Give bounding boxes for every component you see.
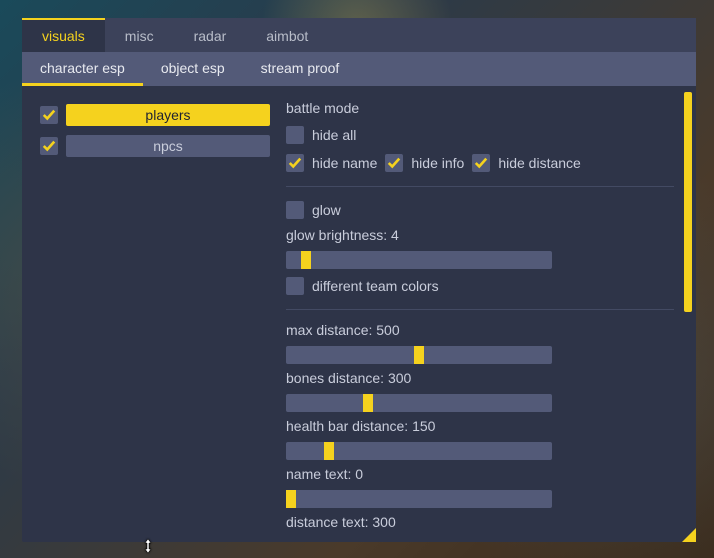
check-icon (474, 156, 488, 170)
slider-knob[interactable] (324, 442, 334, 460)
divider (286, 186, 674, 187)
label-hide-distance: hide distance (498, 155, 581, 171)
label-hide-info: hide info (411, 155, 464, 171)
check-icon (42, 108, 56, 122)
slider-bones-distance[interactable] (286, 394, 552, 412)
check-icon (288, 156, 302, 170)
subtab-character-esp[interactable]: character esp (22, 52, 143, 86)
divider (286, 309, 674, 310)
checkbox-hide-distance[interactable] (472, 154, 490, 172)
sub-tabs: character esp object esp stream proof (22, 52, 696, 86)
slider-max-distance[interactable] (286, 346, 552, 364)
checkbox-players[interactable] (40, 106, 58, 124)
settings-column: battle mode hide all hide name hide info… (280, 86, 696, 542)
check-icon (42, 139, 56, 153)
tab-misc[interactable]: misc (105, 18, 174, 52)
distance-text-label: distance text: 300 (286, 514, 674, 530)
category-button-npcs[interactable]: npcs (66, 135, 270, 157)
checkbox-hide-all[interactable] (286, 126, 304, 144)
tab-radar[interactable]: radar (174, 18, 247, 52)
resize-handle[interactable] (682, 528, 696, 542)
health-bar-distance-label: health bar distance: 150 (286, 418, 674, 434)
label-hide-name: hide name (312, 155, 377, 171)
bones-distance-label: bones distance: 300 (286, 370, 674, 386)
checkbox-hide-name[interactable] (286, 154, 304, 172)
checkbox-hide-info[interactable] (385, 154, 403, 172)
slider-health-bar-distance[interactable] (286, 442, 552, 460)
slider-name-text[interactable] (286, 490, 552, 508)
slider-glow-brightness[interactable] (286, 251, 552, 269)
name-text-label: name text: 0 (286, 466, 674, 482)
checkbox-npcs[interactable] (40, 137, 58, 155)
cheat-panel: visuals misc radar aimbot character esp … (22, 18, 696, 542)
tab-visuals[interactable]: visuals (22, 18, 105, 52)
category-button-players[interactable]: players (66, 104, 270, 126)
label-team-colors: different team colors (312, 278, 439, 294)
category-row-npcs: npcs (40, 135, 270, 157)
main-tabs: visuals misc radar aimbot (22, 18, 696, 52)
label-glow: glow (312, 202, 341, 218)
glow-brightness-label: glow brightness: 4 (286, 227, 674, 243)
vertical-resize-cursor-icon (140, 538, 156, 554)
checkbox-team-colors[interactable] (286, 277, 304, 295)
slider-knob[interactable] (286, 490, 296, 508)
slider-knob[interactable] (414, 346, 424, 364)
slider-knob[interactable] (301, 251, 311, 269)
tab-aimbot[interactable]: aimbot (246, 18, 328, 52)
battle-mode-label: battle mode (286, 100, 674, 116)
max-distance-label: max distance: 500 (286, 322, 674, 338)
checkbox-glow[interactable] (286, 201, 304, 219)
panel-body: players npcs battle mode hide all hide n… (22, 86, 696, 542)
label-hide-all: hide all (312, 127, 356, 143)
scrollbar-thumb[interactable] (684, 92, 692, 312)
slider-knob[interactable] (363, 394, 373, 412)
category-row-players: players (40, 104, 270, 126)
category-list: players npcs (22, 86, 280, 542)
check-icon (387, 156, 401, 170)
subtab-object-esp[interactable]: object esp (143, 52, 243, 86)
subtab-stream-proof[interactable]: stream proof (243, 52, 358, 86)
